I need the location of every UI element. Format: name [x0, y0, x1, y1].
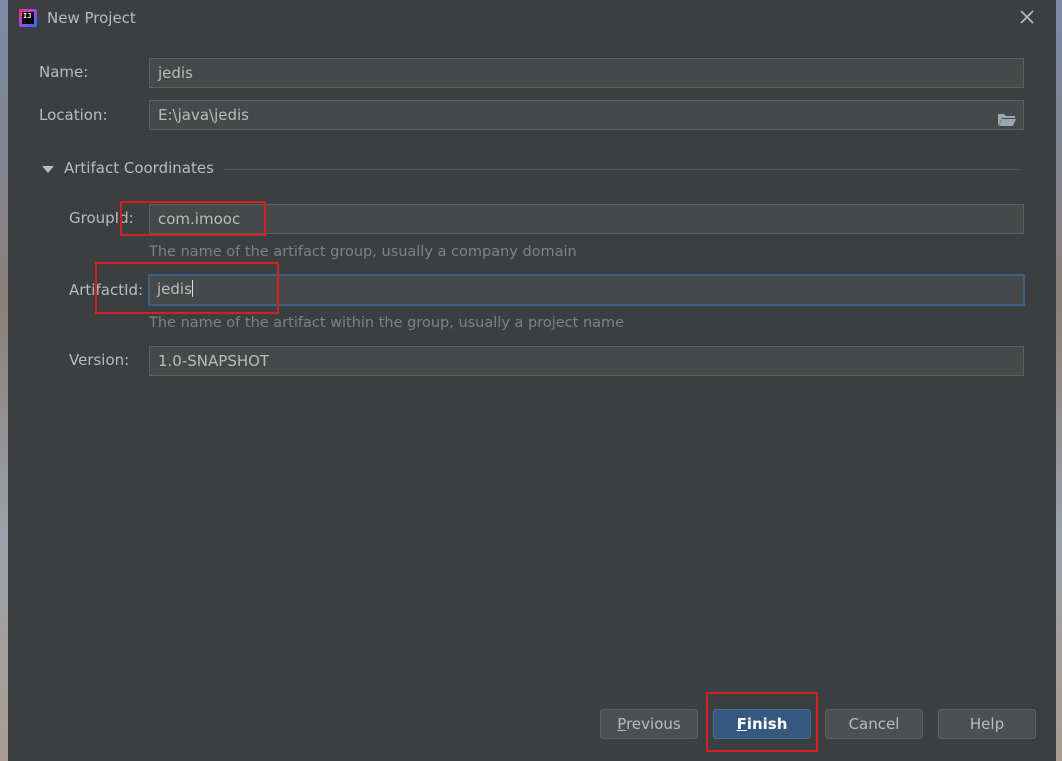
artifactid-field[interactable]: jedis	[148, 274, 1025, 306]
artifactid-hint: The name of the artifact within the grou…	[149, 315, 625, 331]
groupid-field[interactable]: com.imooc	[149, 204, 1024, 234]
location-value: E:\java\jedis	[158, 106, 249, 124]
artifactid-label: ArtifactId:	[69, 281, 144, 299]
section-title: Artifact Coordinates	[64, 159, 214, 177]
name-field[interactable]: jedis	[149, 58, 1024, 88]
cancel-button[interactable]: Cancel	[825, 709, 923, 739]
help-button[interactable]: Help	[938, 709, 1036, 739]
name-label: Name:	[39, 63, 89, 81]
previous-label: revious	[626, 715, 681, 733]
finish-button[interactable]: Finish	[713, 709, 811, 739]
new-project-dialog: IJ New Project Name: jedis Location: E:\…	[8, 0, 1056, 761]
previous-mnemonic: P	[617, 715, 627, 733]
location-label: Location:	[39, 106, 108, 124]
collapse-triangle-icon[interactable]	[42, 166, 54, 173]
artifact-coordinates-section[interactable]: Artifact Coordinates	[42, 158, 1022, 180]
version-label: Version:	[69, 351, 130, 369]
text-caret	[191, 280, 193, 297]
previous-button[interactable]: Previous	[600, 709, 698, 739]
finish-label: inish	[746, 715, 788, 733]
intellij-app-icon: IJ	[19, 9, 37, 27]
folder-icon[interactable]	[997, 108, 1017, 126]
close-icon[interactable]	[1016, 6, 1038, 28]
version-field[interactable]: 1.0-SNAPSHOT	[149, 346, 1024, 376]
artifactid-value: jedis	[157, 280, 192, 298]
title-bar: IJ New Project	[8, 0, 1056, 36]
groupid-label: GroupId:	[69, 209, 134, 227]
section-divider	[224, 169, 1020, 170]
finish-mnemonic: F	[736, 715, 747, 733]
groupid-hint: The name of the artifact group, usually …	[149, 244, 577, 260]
dialog-title: New Project	[47, 9, 136, 27]
location-field[interactable]: E:\java\jedis	[149, 100, 1024, 130]
